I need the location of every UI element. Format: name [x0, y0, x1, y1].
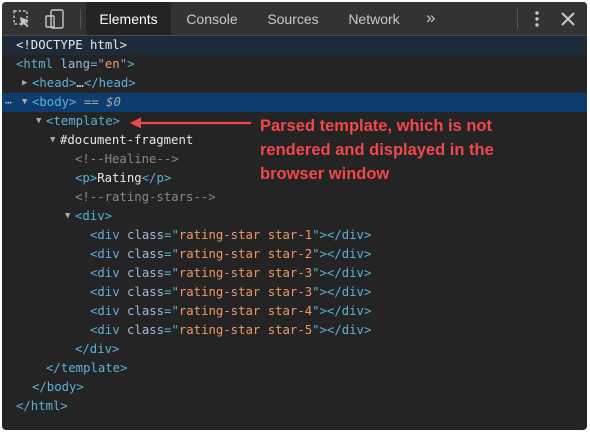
tab-console[interactable]: Console [172, 2, 252, 35]
html-tag-end: "> [119, 57, 135, 71]
html-attr-eq: =" [90, 57, 105, 71]
template-tag: <template> [46, 114, 121, 128]
annotation-arrow-icon [130, 117, 251, 129]
body-dollar-ref: $0 [106, 95, 121, 109]
html-tag: <html [16, 57, 54, 71]
tree-row-star-div[interactable]: <div class="rating-star star-5"></div> [2, 321, 587, 340]
head-ellipsis: … [76, 76, 84, 90]
body-close-tag: </body> [32, 380, 84, 394]
collapse-arrow-icon[interactable]: ▼ [22, 93, 27, 112]
tree-row-template-close[interactable]: </template> [2, 359, 587, 378]
attr-eq: =" [164, 285, 179, 299]
attr-eq: =" [164, 247, 179, 261]
div-tag: <div [90, 266, 120, 280]
expand-arrow-icon[interactable]: ▶ [22, 74, 27, 93]
class-attr-name: class [119, 266, 165, 280]
toolbar-separator [517, 9, 518, 29]
tree-row-head[interactable]: ▶ <head>…</head> [2, 74, 587, 93]
class-attr-value: rating-star star-5 [178, 323, 313, 337]
p-tag: <p> [75, 171, 98, 185]
head-close-tag: </head> [83, 76, 136, 90]
class-attr-name: class [119, 285, 165, 299]
device-toggle-icon[interactable] [44, 8, 66, 30]
devtools-toolbar: Elements Console Sources Network » [2, 2, 587, 36]
class-attr-value: rating-star star-3 [178, 285, 313, 299]
class-attr-name: class [119, 323, 165, 337]
class-attr-value: rating-star star-2 [178, 247, 313, 261]
attr-eq: =" [164, 228, 179, 242]
tree-row-body[interactable]: ⋯ ▼ <body> == $0 [2, 93, 587, 112]
p-close-tag: </p> [141, 171, 172, 185]
div-tag: <div [90, 228, 120, 242]
div-tag-end: "></div> [312, 304, 372, 318]
attr-eq: =" [164, 304, 179, 318]
div-tag-end: "></div> [312, 285, 372, 299]
collapse-arrow-icon[interactable]: ▼ [65, 207, 70, 226]
class-attr-value: rating-star star-1 [178, 228, 313, 242]
div-tag: <div [90, 304, 120, 318]
tree-row-div-close[interactable]: </div> [2, 340, 587, 359]
p-text: Rating [97, 171, 142, 185]
more-actions-icon[interactable]: ⋯ [5, 93, 12, 112]
tree-row-div[interactable]: ▼ <div> [2, 207, 587, 226]
toolbar-separator [80, 9, 81, 29]
inspect-icon[interactable] [11, 8, 33, 30]
document-fragment-text: #document-fragment [60, 133, 194, 147]
class-attr-name: class [119, 247, 165, 261]
tree-row-star-div[interactable]: <div class="rating-star star-4"></div> [2, 302, 587, 321]
devtools-window: Elements Console Sources Network » <!DOC… [2, 2, 587, 430]
tab-sources[interactable]: Sources [253, 2, 333, 35]
tree-row-star-div[interactable]: <div class="rating-star star-3"></div> [2, 283, 587, 302]
doctype-text: <!DOCTYPE html> [16, 38, 128, 52]
body-eq: == [76, 95, 107, 109]
template-close-tag: </template> [46, 361, 128, 375]
class-attr-name: class [119, 228, 165, 242]
attr-eq: =" [164, 323, 179, 337]
more-tabs-icon[interactable]: » [426, 2, 435, 35]
comment-text: <!--Healine--> [75, 152, 179, 166]
tree-row-doctype[interactable]: <!DOCTYPE html> [2, 36, 587, 55]
tab-elements[interactable]: Elements [86, 2, 171, 35]
div-tag: <div [90, 247, 120, 261]
attr-eq: =" [164, 266, 179, 280]
div-tag-end: "></div> [312, 323, 372, 337]
tree-row-star-div[interactable]: <div class="rating-star star-3"></div> [2, 264, 587, 283]
tab-network[interactable]: Network [334, 2, 414, 35]
tree-row-comment-stars[interactable]: <!--rating-stars--> [2, 188, 587, 207]
tree-row-html-close[interactable]: </html> [2, 397, 587, 416]
tree-row-body-close[interactable]: </body> [2, 378, 587, 397]
div-tag: <div [90, 285, 120, 299]
dom-tree: <!DOCTYPE html> <html lang="en"> ▶ <head… [2, 36, 587, 430]
close-icon[interactable] [558, 8, 578, 30]
html-attr-value: en [104, 57, 120, 71]
collapse-arrow-icon[interactable]: ▼ [36, 112, 41, 131]
html-attr-name: lang [53, 57, 91, 71]
class-attr-value: rating-star star-3 [178, 266, 313, 280]
collapse-arrow-icon[interactable]: ▼ [50, 131, 55, 150]
body-tag: <body> [32, 95, 77, 109]
class-attr-value: rating-star star-4 [178, 304, 313, 318]
tree-row-html[interactable]: <html lang="en"> [2, 55, 587, 74]
head-tag: <head> [32, 76, 77, 90]
div-tag-end: "></div> [312, 247, 372, 261]
tree-row-star-div[interactable]: <div class="rating-star star-1"></div> [2, 226, 587, 245]
comment-text: <!--rating-stars--> [75, 190, 216, 204]
annotation-callout: Parsed template, which is not rendered a… [260, 117, 494, 183]
html-close-tag: </html> [16, 399, 68, 413]
div-tag-end: "></div> [312, 266, 372, 280]
tree-row-star-div[interactable]: <div class="rating-star star-2"></div> [2, 245, 587, 264]
div-tag: <div> [75, 209, 113, 223]
kebab-menu-icon[interactable] [530, 8, 544, 30]
div-close-tag: </div> [75, 342, 120, 356]
div-tag-end: "></div> [312, 228, 372, 242]
div-tag: <div [90, 323, 120, 337]
class-attr-name: class [119, 304, 165, 318]
